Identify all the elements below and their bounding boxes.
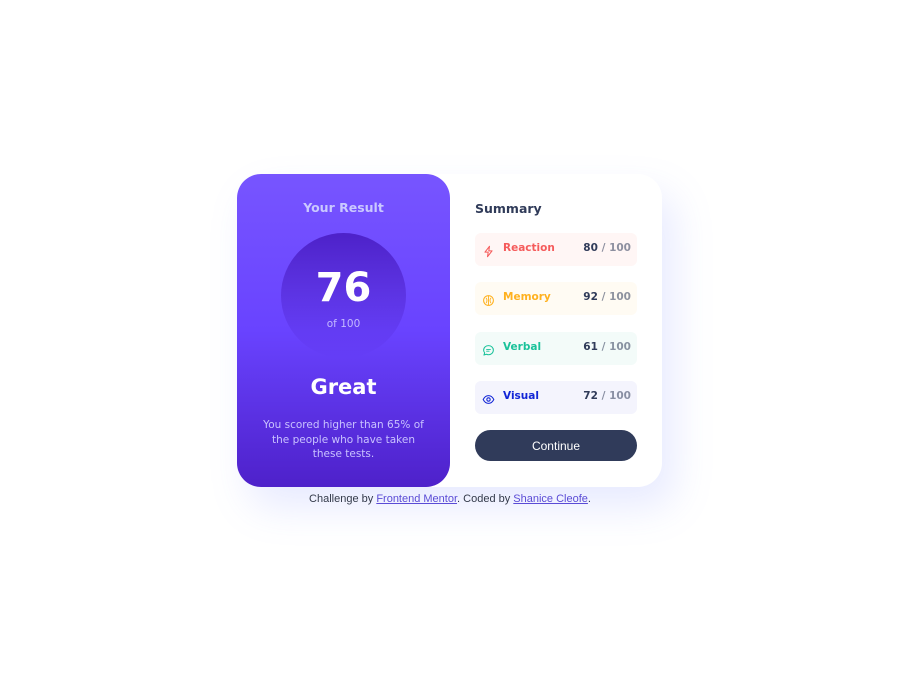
summary-item-value: 80 / 100 xyxy=(583,242,631,254)
summary-item-max: / 100 xyxy=(597,390,631,402)
continue-button[interactable]: Continue xyxy=(475,430,637,461)
result-panel: Your Result 76 of 100 Great You scored h… xyxy=(237,174,450,487)
summary-item-verbal: Verbal 61 / 100 xyxy=(475,332,637,365)
summary-item-score: 72 xyxy=(583,390,598,402)
eye-icon xyxy=(482,391,495,404)
summary-item-label: Reaction xyxy=(503,242,555,254)
footer-middle: . Coded by xyxy=(457,493,514,505)
summary-item-max: / 100 xyxy=(597,291,631,303)
summary-item-memory: Memory 92 / 100 xyxy=(475,282,637,315)
chat-bubble-icon xyxy=(482,342,495,356)
attribution-footer: Challenge by Frontend Mentor. Coded by S… xyxy=(0,493,900,505)
summary-item-score: 92 xyxy=(583,291,598,303)
footer-suffix: . xyxy=(587,493,591,505)
lightning-icon xyxy=(482,243,495,258)
footer-prefix: Challenge by xyxy=(309,493,377,505)
summary-panel: Summary Reaction 80 / 100 Memory 92 / 10… xyxy=(475,174,637,487)
summary-item-max: / 100 xyxy=(597,341,631,353)
score-value: 76 xyxy=(315,265,372,311)
score-max-label: of 100 xyxy=(326,318,361,330)
summary-item-visual: Visual 72 / 100 xyxy=(475,381,637,414)
rating-label: Great xyxy=(310,375,377,399)
summary-item-value: 92 / 100 xyxy=(583,291,631,303)
result-title: Your Result xyxy=(303,200,384,215)
page: Your Result 76 of 100 Great You scored h… xyxy=(0,0,900,675)
frontend-mentor-link[interactable]: Frontend Mentor xyxy=(376,493,457,505)
results-card: Your Result 76 of 100 Great You scored h… xyxy=(237,174,662,487)
summary-item-value: 72 / 100 xyxy=(583,390,631,402)
result-description: You scored higher than 65% of the people… xyxy=(263,419,424,460)
summary-item-label: Memory xyxy=(503,291,551,303)
summary-item-reaction: Reaction 80 / 100 xyxy=(475,233,637,266)
summary-item-score: 61 xyxy=(583,341,598,353)
brain-icon xyxy=(482,292,495,306)
summary-title: Summary xyxy=(475,201,542,216)
summary-item-value: 61 / 100 xyxy=(583,341,631,353)
score-circle: 76 of 100 xyxy=(281,233,406,358)
summary-item-label: Verbal xyxy=(503,341,542,353)
summary-item-score: 80 xyxy=(583,242,598,254)
author-link[interactable]: Shanice Cleofe xyxy=(513,493,588,505)
summary-item-max: / 100 xyxy=(597,242,631,254)
summary-item-label: Visual xyxy=(503,390,539,402)
